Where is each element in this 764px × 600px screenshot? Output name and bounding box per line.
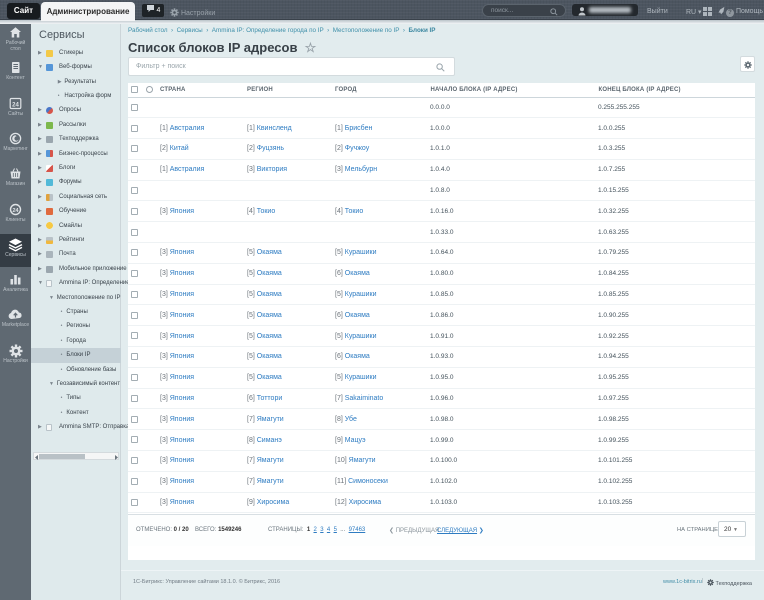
svg-text:24: 24 [12,102,19,108]
svg-text:24: 24 [12,207,19,213]
